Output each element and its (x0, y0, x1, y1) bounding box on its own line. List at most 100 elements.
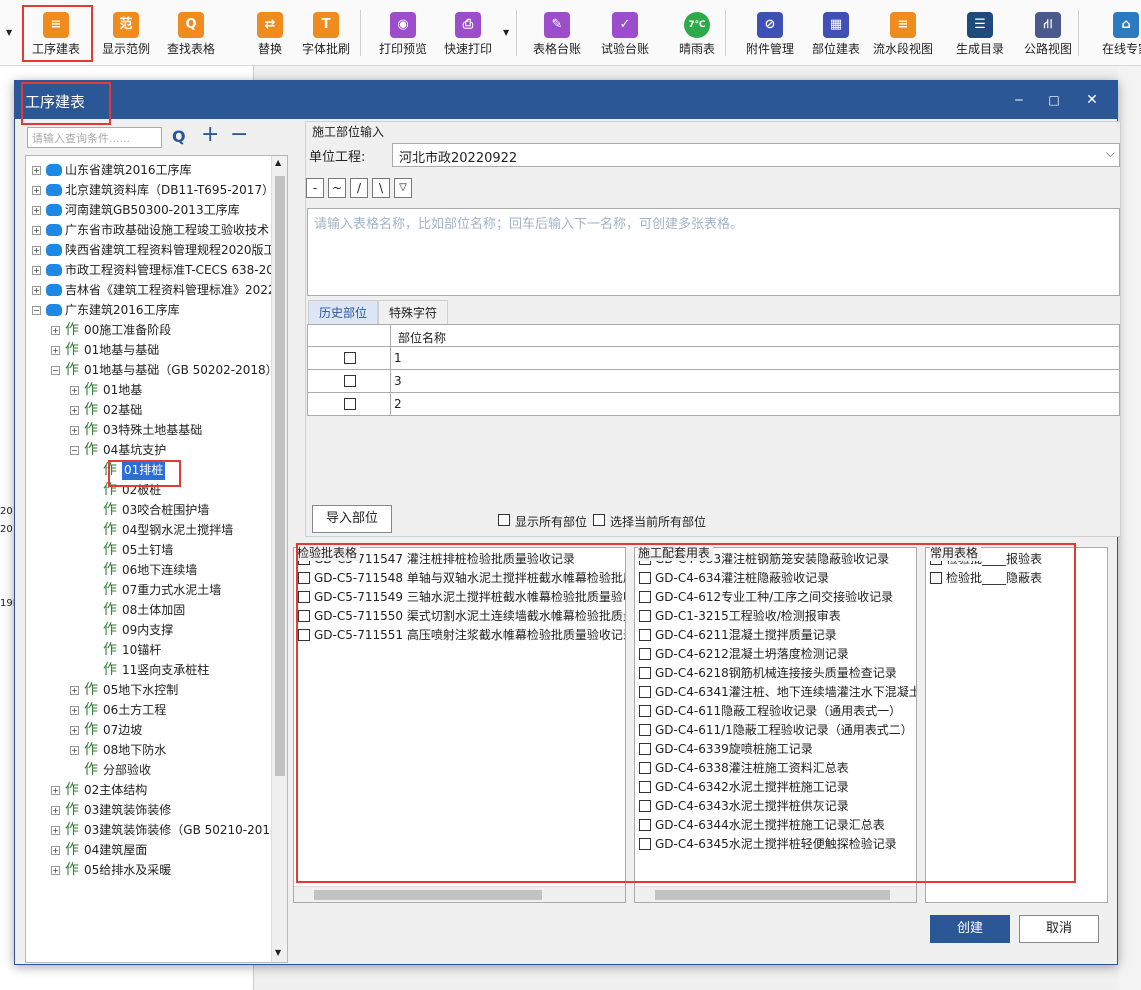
printer-toolbar-button[interactable]: ⎙ 快速打印 (432, 8, 504, 60)
expand-icon[interactable]: + (51, 866, 60, 875)
collapse-icon[interactable]: − (32, 306, 41, 315)
item-checkbox[interactable] (639, 686, 651, 698)
tree-item[interactable]: + 广东省市政基础设施工程竣工验收技术 (26, 220, 273, 240)
tree-item[interactable]: 作 03咬合桩围护墙 (26, 500, 273, 520)
tree-item[interactable]: + 市政工程资料管理标准T-CECS 638-201 (26, 260, 281, 280)
tree-item[interactable]: + 作 08地下防水 (26, 740, 273, 760)
symbol-tilde-button[interactable]: ~ (328, 178, 346, 198)
tree-scrollbar[interactable]: ▲ ▼ (271, 156, 287, 962)
expand-icon[interactable]: + (70, 406, 79, 415)
horizontal-scrollbar[interactable] (635, 886, 916, 902)
tree-item[interactable]: 作 04型钢水泥土搅拌墙 (26, 520, 273, 540)
item-checkbox[interactable] (298, 572, 310, 584)
table-row[interactable]: 2 (308, 393, 1119, 416)
collapse-icon[interactable]: − (51, 366, 60, 375)
item-checkbox[interactable] (639, 610, 651, 622)
font-brush-toolbar-button[interactable]: T 字体批刷 (290, 8, 362, 60)
item-checkbox[interactable] (639, 781, 651, 793)
cancel-button[interactable]: 取消 (1019, 915, 1099, 943)
item-checkbox[interactable] (298, 629, 310, 641)
expand-icon[interactable]: + (32, 246, 41, 255)
maximize-button[interactable]: □ (1043, 89, 1065, 111)
expert-toolbar-button[interactable]: ⌂ 在线专家 (1090, 8, 1141, 60)
item-checkbox[interactable] (639, 724, 651, 736)
sample-toolbar-button[interactable]: 范显示范例 (90, 8, 162, 60)
expand-icon[interactable]: + (51, 346, 60, 355)
item-checkbox[interactable] (639, 705, 651, 717)
expand-icon[interactable]: + (32, 266, 41, 275)
row-checkbox[interactable] (344, 375, 356, 387)
collapse-icon[interactable]: − (70, 446, 79, 455)
expand-icon[interactable]: + (70, 686, 79, 695)
horizontal-scrollbar[interactable] (294, 886, 625, 902)
dialog-titlebar[interactable]: 工序建表 ‒ □ ✕ (15, 81, 1117, 119)
table-row[interactable]: 3 (308, 370, 1119, 393)
row-checkbox[interactable] (344, 352, 356, 364)
tree-item[interactable]: − 广东建筑2016工序库 (26, 300, 273, 320)
expand-icon[interactable]: + (32, 226, 41, 235)
item-checkbox[interactable] (639, 572, 651, 584)
minimize-button[interactable]: ‒ (1008, 89, 1030, 111)
tree-item[interactable]: − 作 04基坑支护 (26, 440, 273, 460)
expand-icon[interactable]: + (70, 386, 79, 395)
tree-item[interactable]: + 河南建筑GB50300-2013工序库 (26, 200, 273, 220)
expand-icon[interactable]: + (51, 846, 60, 855)
show-all-checkbox[interactable] (498, 514, 510, 526)
table-row[interactable]: 1 (308, 347, 1119, 370)
grid-toolbar-button[interactable]: ▦ 部位建表 (800, 8, 872, 60)
tree-item[interactable]: 作 01排桩 (26, 460, 273, 480)
tree-item[interactable]: + 山东省建筑2016工序库 (26, 160, 273, 180)
item-checkbox[interactable] (639, 648, 651, 660)
tree-item[interactable]: + 北京建筑资料库（DB11-T695-2017） (26, 180, 274, 200)
item-checkbox[interactable] (639, 762, 651, 774)
tree-item[interactable]: + 吉林省《建筑工程资料管理标准》2022 (26, 280, 276, 300)
dropdown-arrow-icon[interactable]: ▼ (6, 28, 12, 37)
layers-toolbar-button[interactable]: ≡ 工序建表 (20, 8, 92, 60)
search-icon[interactable]: Q (172, 127, 186, 146)
tree-item[interactable]: 作 11竖向支承桩柱 (26, 660, 273, 680)
tree-item[interactable]: + 作 02基础 (26, 400, 273, 420)
search-table-toolbar-button[interactable]: Q 查找表格 (155, 8, 227, 60)
expand-icon[interactable]: + (70, 426, 79, 435)
symbol-slash-button[interactable]: / (350, 178, 368, 198)
tree-item[interactable]: 作分部验收 (26, 760, 273, 780)
item-checkbox[interactable] (298, 591, 310, 603)
tree-item[interactable]: + 作 05给排水及采暖 (26, 860, 273, 880)
list-toolbar-button[interactable]: ☰ 生成目录 (944, 8, 1016, 60)
unit-select[interactable]: 河北市政20220922 ⌵ (392, 143, 1120, 167)
expand-icon[interactable]: + (51, 826, 60, 835)
item-checkbox[interactable] (639, 743, 651, 755)
table-name-textarea[interactable]: 请输入表格名称，比如部位名称；回车后输入下一名称，可创建多张表格。 (307, 208, 1120, 296)
tree-item[interactable]: 作 07重力式水泥土墙 (26, 580, 273, 600)
tree-search-input[interactable]: 请输入查询条件...... (27, 127, 162, 148)
expand-icon[interactable]: + (70, 726, 79, 735)
row-checkbox[interactable] (344, 398, 356, 410)
road-toolbar-button[interactable]: ⛙ 公路视图 (1012, 8, 1084, 60)
item-checkbox[interactable] (639, 819, 651, 831)
expand-icon[interactable]: + (51, 786, 60, 795)
add-icon[interactable]: + (201, 122, 219, 147)
expand-icon[interactable]: + (32, 286, 41, 295)
item-checkbox[interactable] (639, 838, 651, 850)
symbol-dash-button[interactable]: - (306, 178, 324, 198)
tree-item[interactable]: + 作 01地基与基础 (26, 340, 273, 360)
tree-item[interactable]: + 作 00施工准备阶段 (26, 320, 273, 340)
item-checkbox[interactable] (639, 629, 651, 641)
tab-special-chars[interactable]: 特殊字符 (378, 300, 449, 324)
expand-icon[interactable]: + (32, 206, 41, 215)
ledger-toolbar-button[interactable]: ✎ 表格台账 (521, 8, 593, 60)
tree-item[interactable]: 作 08土体加固 (26, 600, 273, 620)
dropdown-arrow-icon[interactable]: ▼ (503, 28, 509, 37)
tab-history[interactable]: 历史部位 (308, 300, 379, 324)
tree-item[interactable]: 作 06地下连续墙 (26, 560, 273, 580)
test-ledger-toolbar-button[interactable]: ✓ 试验台账 (589, 8, 661, 60)
symbol-backslash-button[interactable]: \ (372, 178, 390, 198)
tree-item[interactable]: + 作 01地基 (26, 380, 273, 400)
tree-item[interactable]: + 作 05地下水控制 (26, 680, 273, 700)
tree-item[interactable]: + 作 03建筑装饰装修 (26, 800, 273, 820)
tree-item[interactable]: + 作 07边坡 (26, 720, 273, 740)
item-checkbox[interactable] (930, 572, 942, 584)
tree-item[interactable]: + 作 02主体结构 (26, 780, 273, 800)
layers-view-toolbar-button[interactable]: ≡ 流水段视图 (867, 8, 939, 60)
scroll-down-icon[interactable]: ▼ (275, 948, 281, 957)
